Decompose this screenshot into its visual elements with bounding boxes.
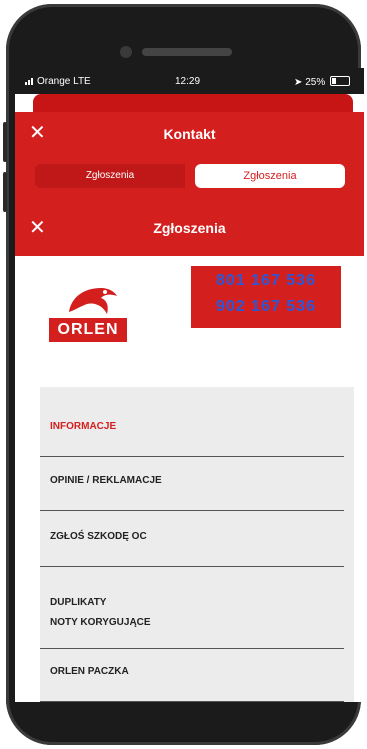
menu-item-label: ZGŁOŚ SZKODĘ OC — [50, 531, 147, 542]
clock: 12:29 — [175, 76, 201, 87]
status-bar: Orange LTE 12:29 ➤ 25% — [15, 68, 364, 94]
reports-header: ✕ Zgłoszenia — [15, 200, 364, 256]
reports-menu: INFORMACJE OPINIE / REKLAMACJE ZGŁOŚ SZK… — [40, 387, 354, 702]
menu-item-label-line1: DUPLIKATY — [50, 597, 107, 608]
contact-header: ✕ Kontakt — [15, 112, 364, 156]
page-title: Kontakt — [163, 126, 216, 142]
menu-item-duplikaty[interactable]: DUPLIKATY NOTY KORYGUJĄCE — [40, 567, 354, 649]
menu-item-label: OPINIE / REKLAMACJE — [50, 475, 162, 486]
menu-item-label: DUPLIKATY NOTY KORYGUJĄCE — [50, 593, 151, 633]
menu-item-zglos-szkode[interactable]: ZGŁOŚ SZKODĘ OC — [40, 511, 354, 567]
menu-item-orlen-paczka[interactable]: ORLEN PACZKA — [40, 649, 354, 702]
section-title: Zgłoszenia — [153, 220, 226, 236]
battery-percent: 25% — [305, 77, 326, 88]
volume-down-button — [3, 172, 7, 212]
carrier-label: Orange LTE — [37, 76, 91, 87]
menu-item-opinie-reklamacje[interactable]: OPINIE / REKLAMACJE — [40, 457, 354, 511]
phone-number-1[interactable]: 801 167 536 — [191, 272, 341, 290]
orlen-logo: ORLEN — [49, 276, 127, 346]
menu-item-label: INFORMACJE — [50, 421, 117, 432]
battery-status: ➤ 25% — [294, 76, 350, 88]
signal-icon — [25, 77, 34, 88]
location-arrow-icon: ➤ — [294, 77, 303, 88]
segment-control: Zgłoszenia Zgłoszenia — [15, 156, 364, 200]
divider — [40, 701, 344, 702]
phone-number-2[interactable]: 902 167 536 — [191, 298, 341, 316]
menu-item-informacje[interactable]: INFORMACJE — [40, 387, 354, 457]
hotline-box: 801 167 536 902 167 536 — [191, 266, 341, 328]
logo-wordmark: ORLEN — [49, 318, 127, 342]
volume-up-button — [3, 122, 7, 162]
screen: Orange LTE 12:29 ➤ 25% ✕ Kontakt Zgłosze… — [15, 68, 364, 702]
segment-inactive[interactable]: Zgłoszenia — [35, 164, 185, 188]
menu-item-label: ORLEN PACZKA — [50, 666, 129, 677]
battery-icon — [330, 76, 350, 86]
front-camera — [120, 46, 132, 58]
phone-frame: Orange LTE 12:29 ➤ 25% ✕ Kontakt Zgłosze… — [3, 4, 364, 745]
eagle-icon — [69, 288, 117, 314]
menu-item-label-line2: NOTY KORYGUJĄCE — [50, 617, 151, 628]
earpiece-speaker — [142, 48, 232, 56]
carrier: Orange LTE — [25, 76, 91, 88]
segment-active[interactable]: Zgłoszenia — [195, 164, 345, 188]
background-sheet — [33, 94, 353, 112]
